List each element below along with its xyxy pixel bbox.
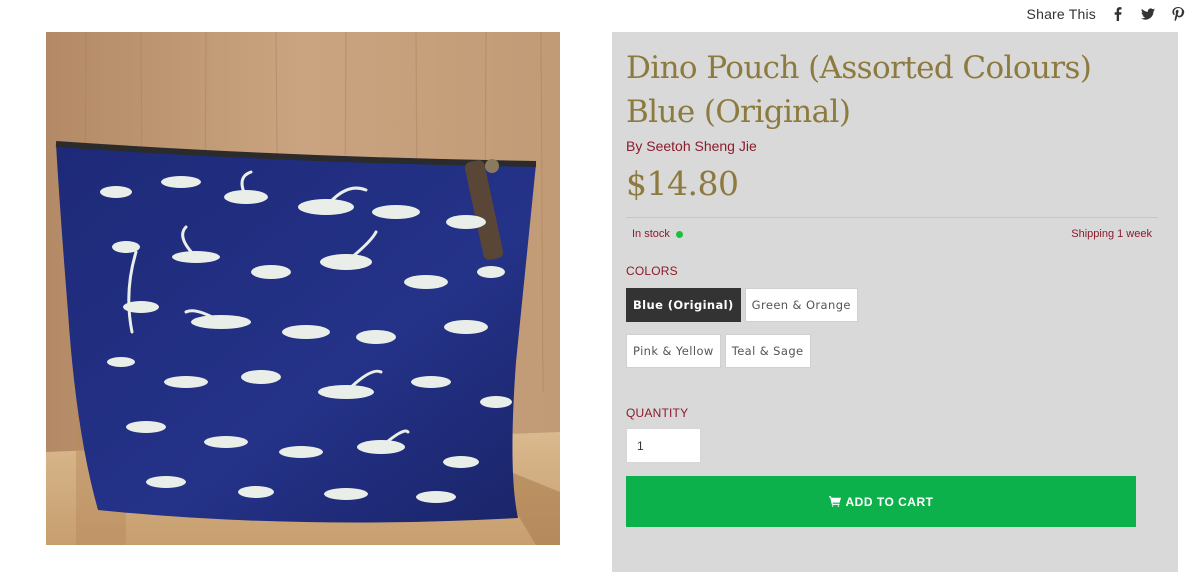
add-to-cart-button[interactable]: ADD TO CART (626, 476, 1136, 527)
quantity-value: 1 (637, 438, 644, 453)
color-option-pink-yellow[interactable]: Pink & Yellow (626, 334, 721, 368)
product-details-panel: Dino Pouch (Assorted Colours) Blue (Orig… (612, 32, 1178, 572)
product-price: $14.80 (626, 164, 739, 203)
add-to-cart-label: ADD TO CART (845, 494, 934, 509)
availability-row: In stock Shipping 1 week (626, 228, 1158, 240)
stock-status: In stock (632, 228, 683, 240)
product-title: Dino Pouch (Assorted Colours) Blue (Orig… (626, 46, 1164, 134)
divider (626, 217, 1158, 218)
shipping-info: Shipping 1 week (1071, 228, 1152, 240)
pinterest-icon[interactable] (1170, 6, 1186, 22)
color-option-teal-sage[interactable]: Teal & Sage (724, 334, 811, 368)
author-byline[interactable]: By Seetoh Sheng Jie (626, 138, 1164, 154)
share-label: Share This (1026, 6, 1096, 22)
color-option-blue-original[interactable]: Blue (Original) (626, 288, 741, 322)
shopping-cart-icon (828, 496, 841, 507)
product-title-line1: Dino Pouch (Assorted Colours) (626, 50, 1092, 86)
product-title-line2: Blue (Original) (626, 94, 851, 130)
share-bar: Share This (1027, 6, 1186, 22)
color-options: Blue (Original) Green & Orange Pink & Ye… (626, 288, 866, 368)
twitter-icon[interactable] (1140, 6, 1156, 22)
stock-status-text: In stock (632, 228, 670, 240)
product-image (46, 32, 560, 545)
colors-label: COLORS (626, 264, 678, 278)
quantity-input[interactable]: 1 (626, 428, 701, 463)
in-stock-dot-icon (675, 230, 683, 238)
quantity-label: QUANTITY (626, 406, 689, 420)
color-option-green-orange[interactable]: Green & Orange (744, 288, 858, 322)
facebook-icon[interactable] (1110, 6, 1126, 22)
